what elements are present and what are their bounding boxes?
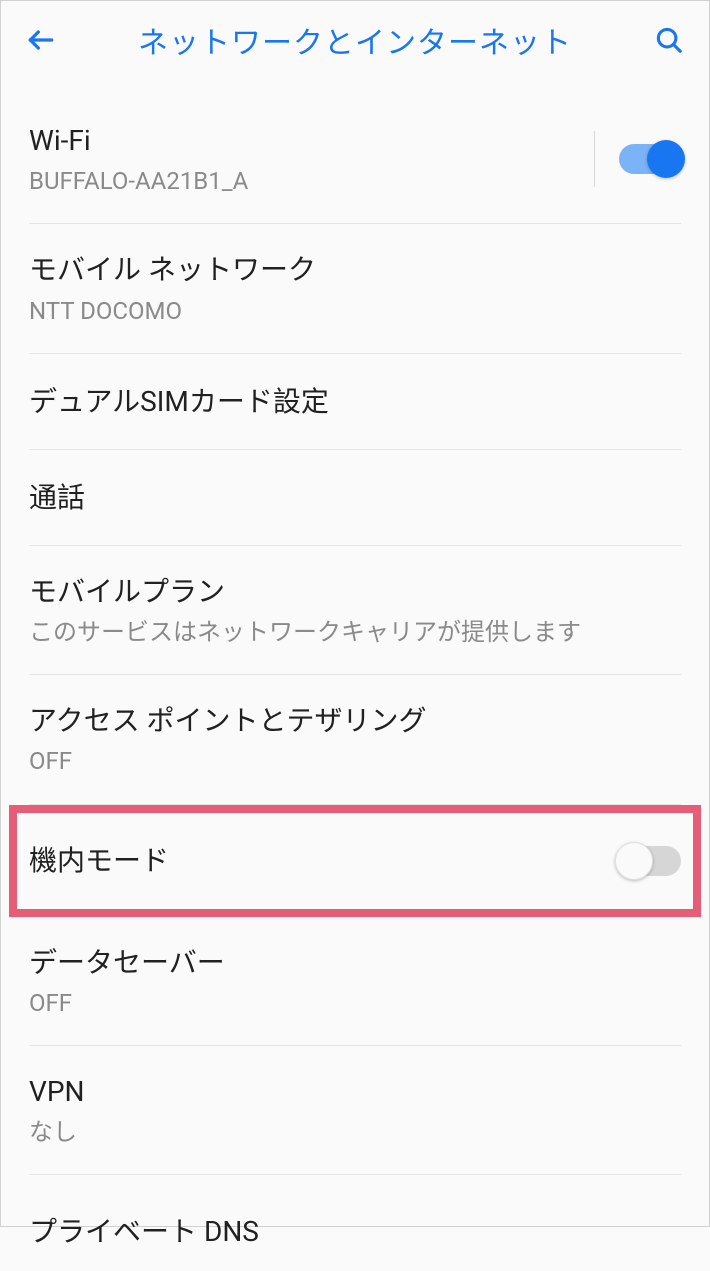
airplane-mode-title: 機内モード xyxy=(29,841,619,880)
data-saver-subtitle: OFF xyxy=(29,988,681,1019)
separator xyxy=(594,131,595,187)
call-item[interactable]: 通話 xyxy=(29,450,681,546)
wifi-item[interactable]: Wi-Fi BUFFALO-AA21B1_A xyxy=(29,79,681,224)
mobile-network-item[interactable]: モバイル ネットワーク NTT DOCOMO xyxy=(29,224,681,353)
data-saver-text: データセーバー OFF xyxy=(29,943,681,1019)
wifi-title: Wi-Fi xyxy=(29,121,594,160)
private-dns-text: プライベート DNS xyxy=(29,1212,681,1251)
mobile-network-text: モバイル ネットワーク NTT DOCOMO xyxy=(29,250,681,326)
mobile-plan-title: モバイルプラン xyxy=(29,572,681,611)
hotspot-text: アクセス ポイントとテザリング OFF xyxy=(29,701,681,777)
dual-sim-text: デュアルSIMカード設定 xyxy=(29,382,681,421)
mobile-network-title: モバイル ネットワーク xyxy=(29,250,681,289)
toggle-knob xyxy=(647,140,685,178)
mobile-plan-item[interactable]: モバイルプラン このサービスはネットワークキャリアが提供します xyxy=(29,546,681,675)
back-icon[interactable] xyxy=(19,18,63,62)
airplane-mode-item[interactable]: 機内モード xyxy=(29,813,681,909)
dual-sim-title: デュアルSIMカード設定 xyxy=(29,382,681,421)
toggle-knob xyxy=(615,842,653,880)
vpn-title: VPN xyxy=(29,1072,681,1111)
airplane-highlight: 機内モード xyxy=(9,805,701,917)
airplane-mode-toggle[interactable] xyxy=(619,846,681,876)
vpn-subtitle: なし xyxy=(29,1117,681,1148)
app-header: ネットワークとインターネット xyxy=(1,1,709,79)
private-dns-title: プライベート DNS xyxy=(29,1212,681,1251)
hotspot-title: アクセス ポイントとテザリング xyxy=(29,701,681,740)
wifi-text: Wi-Fi BUFFALO-AA21B1_A xyxy=(29,121,594,197)
page-title: ネットワークとインターネット xyxy=(63,18,647,62)
wifi-subtitle: BUFFALO-AA21B1_A xyxy=(29,166,594,197)
wifi-toggle[interactable] xyxy=(619,144,681,174)
dual-sim-item[interactable]: デュアルSIMカード設定 xyxy=(29,354,681,450)
call-text: 通話 xyxy=(29,478,681,517)
hotspot-item[interactable]: アクセス ポイントとテザリング OFF xyxy=(29,675,681,804)
call-title: 通話 xyxy=(29,478,681,517)
data-saver-title: データセーバー xyxy=(29,943,681,982)
vpn-item[interactable]: VPN なし xyxy=(29,1046,681,1175)
private-dns-item[interactable]: プライベート DNS xyxy=(29,1175,681,1271)
mobile-network-subtitle: NTT DOCOMO xyxy=(29,296,681,327)
mobile-plan-text: モバイルプラン このサービスはネットワークキャリアが提供します xyxy=(29,572,681,648)
hotspot-subtitle: OFF xyxy=(29,746,681,777)
airplane-mode-text: 機内モード xyxy=(29,841,619,880)
settings-list: Wi-Fi BUFFALO-AA21B1_A モバイル ネットワーク NTT D… xyxy=(1,79,709,1271)
data-saver-item[interactable]: データセーバー OFF xyxy=(29,917,681,1046)
vpn-text: VPN なし xyxy=(29,1072,681,1148)
mobile-plan-subtitle: このサービスはネットワークキャリアが提供します xyxy=(29,617,681,648)
search-icon[interactable] xyxy=(647,18,691,62)
